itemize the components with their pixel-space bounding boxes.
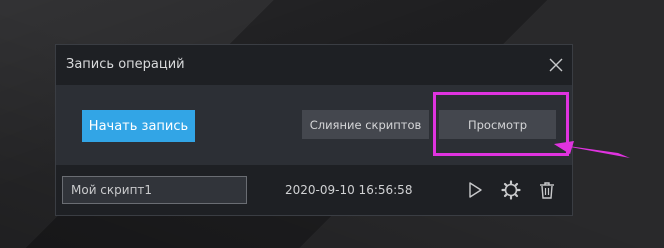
play-icon[interactable] [465, 180, 485, 200]
script-timestamp: 2020-09-10 16:56:58 [285, 183, 413, 197]
gear-icon[interactable] [501, 180, 521, 200]
toolbar: Начать запись Слияние скриптов Просмотр [56, 85, 572, 165]
dialog-title: Запись операций [66, 57, 185, 72]
dialog-titlebar: Запись операций [56, 45, 572, 85]
list-item: Мой скрипт1 2020-09-10 16:56:58 [56, 171, 572, 213]
start-recording-button[interactable]: Начать запись [82, 110, 195, 142]
trash-icon[interactable] [537, 180, 557, 200]
record-operations-dialog: Запись операций Начать запись Слияние ск… [55, 44, 573, 216]
close-icon[interactable] [548, 57, 564, 73]
script-name-field[interactable]: Мой скрипт1 [62, 176, 247, 204]
preview-button[interactable]: Просмотр [439, 110, 556, 139]
merge-scripts-button[interactable]: Слияние скриптов [302, 110, 429, 139]
